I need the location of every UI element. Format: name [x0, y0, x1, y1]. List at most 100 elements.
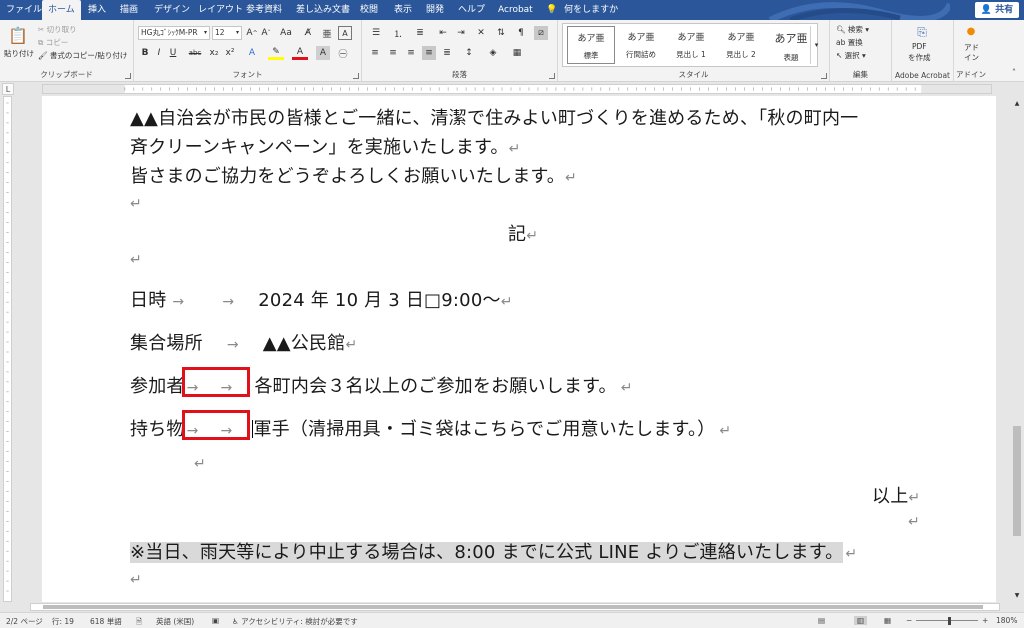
focus-mode-icon[interactable]: ▤	[818, 616, 825, 625]
scroll-up-icon[interactable]: ▲	[1012, 98, 1022, 108]
decrease-indent-icon[interactable]: ⇤	[436, 26, 450, 40]
print-layout-icon[interactable]: ▥	[854, 616, 868, 625]
replace-button[interactable]: ab 置換	[836, 37, 863, 48]
enclosed-alphanumeric-icon[interactable]: ㊀	[336, 46, 350, 60]
horizontal-scrollbar[interactable]	[30, 603, 1000, 611]
cut-button[interactable]: ✂ 切り取り	[38, 24, 77, 35]
accessibility-status[interactable]: ♿︎ アクセシビリティ: 検討が必要です	[232, 616, 358, 627]
copy-button[interactable]: ⧉ コピー	[38, 37, 68, 48]
horizontal-scroll-thumb[interactable]	[43, 605, 983, 609]
sort-icon[interactable]: ⇅	[494, 26, 508, 40]
select-button[interactable]: ↖ 選択 ▾	[836, 50, 866, 61]
align-right-icon[interactable]: ≡	[404, 46, 418, 60]
bold-icon[interactable]: B	[140, 46, 150, 60]
tab-view[interactable]: 表示	[388, 0, 418, 20]
tab-draw[interactable]: 描画	[114, 0, 144, 20]
show-formatting-icon[interactable]: ¶	[514, 26, 528, 40]
style-heading-2[interactable]: あア亜 見出し 2	[717, 26, 765, 64]
multilevel-list-icon[interactable]: ≣	[412, 26, 428, 40]
strikethrough-icon[interactable]: abc	[186, 46, 204, 60]
collapse-ribbon-icon[interactable]: ˄	[1008, 66, 1020, 78]
numbering-icon[interactable]: ⒈	[390, 26, 406, 40]
language-indicator[interactable]: 英語 (米国)	[156, 616, 194, 627]
macro-record-icon[interactable]: ▣	[212, 616, 219, 625]
change-case-icon[interactable]: Aa	[276, 26, 296, 40]
zoom-slider-handle[interactable]	[948, 617, 951, 625]
tab-developer[interactable]: 開発	[420, 0, 450, 20]
tab-design[interactable]: デザイン	[148, 0, 196, 20]
addins-icon[interactable]: ●	[964, 24, 978, 38]
font-name-combo[interactable]: HG丸ｺﾞｼｯｸM-PR ▾	[138, 26, 210, 40]
line-spacing-icon[interactable]: ↕	[462, 46, 476, 60]
paste-button[interactable]: 貼り付け	[4, 48, 34, 59]
tab-mailings[interactable]: 差し込み文書	[290, 0, 356, 20]
superscript-icon[interactable]: x²	[224, 46, 236, 60]
shrink-font-icon[interactable]: Aˇ	[260, 26, 272, 40]
highlight-color-icon[interactable]: ✎	[268, 46, 284, 60]
vertical-ruler[interactable]	[3, 96, 12, 602]
italic-icon[interactable]: I	[154, 46, 164, 60]
zoom-level[interactable]: 180%	[996, 616, 1017, 625]
tab-help[interactable]: ヘルプ	[452, 0, 491, 20]
align-left-icon[interactable]: ≡	[368, 46, 382, 60]
zoom-in-icon[interactable]: +	[982, 616, 988, 625]
styles-more-icon[interactable]: ▾	[810, 26, 822, 64]
font-launcher[interactable]	[353, 73, 359, 79]
paragraph-launcher[interactable]	[549, 73, 555, 79]
proofing-icon[interactable]: 🗎	[136, 616, 142, 628]
horizontal-ruler[interactable]	[42, 84, 992, 94]
zoom-slider[interactable]	[916, 620, 978, 621]
style-no-spacing[interactable]: あア亜 行間詰め	[617, 26, 665, 64]
font-size-combo[interactable]: 12 ▾	[212, 26, 242, 40]
tell-me-search[interactable]: 💡 何をしますか	[546, 0, 618, 20]
char-shading-icon[interactable]: A	[316, 46, 330, 60]
tab-review[interactable]: 校閲	[354, 0, 384, 20]
tab-file[interactable]: ファイル	[0, 0, 48, 20]
word-count[interactable]: 618 単語	[90, 616, 122, 627]
scroll-down-icon[interactable]: ▼	[1012, 590, 1022, 600]
document-page[interactable]: ▲▲自治会が市民の皆様とご一緒に、清潔で住みよい町づくりを進めるため、「秋の町内…	[42, 96, 996, 602]
status-bar: 2/2 ページ 行: 19 618 単語 🗎 英語 (米国) ▣ ♿︎ アクセシ…	[0, 612, 1024, 628]
tab-selector-icon[interactable]: L	[2, 83, 14, 95]
phonetic-guide-icon[interactable]: 亜	[320, 26, 334, 40]
tab-references[interactable]: 参考資料	[240, 0, 288, 20]
clipboard-launcher[interactable]	[125, 73, 131, 79]
underline-icon[interactable]: U	[168, 46, 178, 60]
styles-launcher[interactable]	[821, 73, 827, 79]
paragraph-group-label: 段落	[452, 70, 467, 79]
line-number[interactable]: 行: 19	[52, 616, 74, 627]
vertical-scrollbar[interactable]: ▲ ▼	[1010, 96, 1024, 602]
tab-home[interactable]: ホーム	[42, 0, 81, 20]
asian-layout-icon[interactable]: ⧄	[534, 26, 548, 40]
find-button[interactable]: 🔍︎ 検索 ▾	[836, 24, 869, 35]
pdf-create-icon[interactable]: ⎘	[912, 24, 932, 40]
chinese-layout-icon[interactable]: ✕	[474, 26, 488, 40]
clipboard-icon[interactable]: 📋	[6, 24, 30, 46]
increase-indent-icon[interactable]: ⇥	[454, 26, 468, 40]
vertical-scroll-thumb[interactable]	[1013, 426, 1021, 536]
borders-icon[interactable]: ▦	[510, 46, 524, 60]
justify-icon[interactable]: ≡	[422, 46, 436, 60]
clear-format-icon[interactable]: A̸	[302, 26, 314, 40]
share-button[interactable]: 👤 共有	[975, 2, 1019, 18]
style-normal[interactable]: あア亜 標準	[567, 26, 615, 64]
zoom-out-icon[interactable]: −	[906, 616, 912, 625]
distributed-icon[interactable]: ≣	[440, 46, 454, 60]
font-color-icon[interactable]: A	[292, 46, 308, 60]
align-center-icon[interactable]: ≡	[386, 46, 400, 60]
format-painter-button[interactable]: 🖌 書式のコピー/貼り付け	[38, 50, 127, 61]
horizontal-scrollbar-row	[0, 602, 1024, 612]
shading-icon[interactable]: ◈	[486, 46, 500, 60]
web-layout-icon[interactable]: ▦	[884, 616, 891, 625]
enclose-char-icon[interactable]: A	[338, 26, 352, 40]
subscript-icon[interactable]: x₂	[208, 46, 220, 60]
grow-font-icon[interactable]: A ^	[246, 26, 258, 40]
style-heading-1[interactable]: あア亜 見出し 1	[667, 26, 715, 64]
bullets-icon[interactable]: ☰	[368, 26, 384, 40]
page-count[interactable]: 2/2 ページ	[6, 616, 43, 627]
text-effects-icon[interactable]: A	[244, 46, 260, 60]
tab-acrobat[interactable]: Acrobat	[492, 0, 539, 20]
ribbon-home: 📋 貼り付け ✂ 切り取り ⧉ コピー 🖌 書式のコピー/貼り付け クリップボー…	[0, 20, 1024, 82]
tab-insert[interactable]: 挿入	[82, 0, 112, 20]
style-title[interactable]: あア亜 表題	[767, 26, 815, 64]
